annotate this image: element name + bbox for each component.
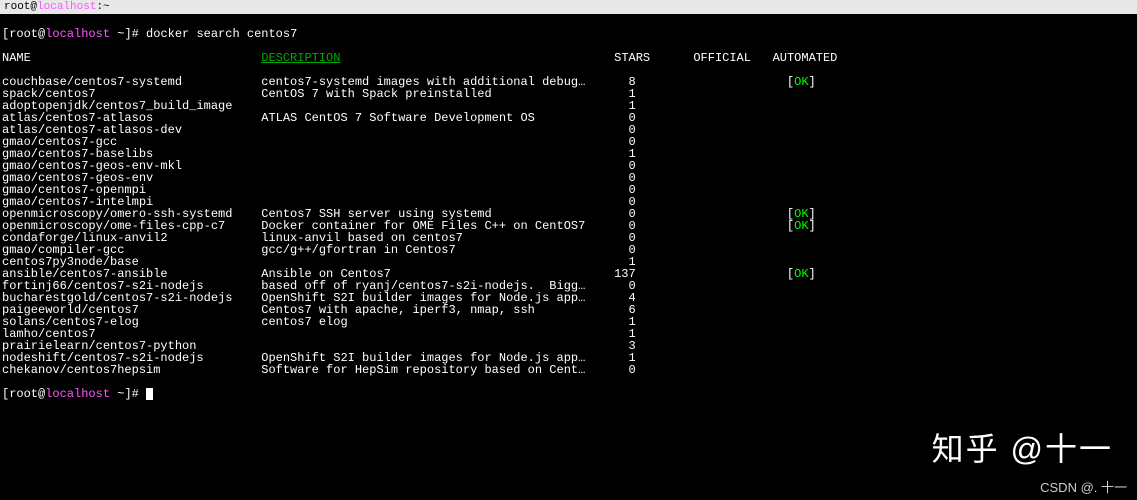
watermark: 知乎 @十一 bbox=[932, 424, 1113, 470]
result-row: chekanov/centos7hepsim Software for HepS… bbox=[2, 364, 1135, 376]
title-bar: root@localhost:~ bbox=[0, 0, 1137, 14]
watermark-csdn: CSDN @. 十一 bbox=[1040, 477, 1127, 496]
terminal[interactable]: [root@localhost ~]# docker search centos… bbox=[0, 14, 1137, 414]
prompt-line-2[interactable]: [root@localhost ~]# bbox=[2, 388, 1135, 400]
header-row: NAME DESCRIPTION STARS OFFICIAL AUTOMATE… bbox=[2, 52, 1135, 64]
cursor bbox=[146, 388, 153, 400]
title-text: root@localhost:~ bbox=[4, 0, 110, 14]
prompt-line: [root@localhost ~]# docker search centos… bbox=[2, 28, 1135, 40]
